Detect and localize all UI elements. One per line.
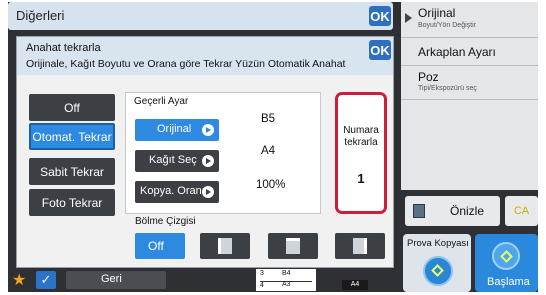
current-settings-header: Geçerli Ayar: [134, 96, 189, 107]
start-label: Başlama: [487, 276, 530, 288]
setting-value: 100%: [256, 179, 286, 191]
menu-item-sub: Boyut/Yön Değiştir: [418, 22, 476, 29]
dialog-description: Orijinale, Kağıt Boyutu ve Orana göre Te…: [26, 58, 346, 70]
top-bar: Diğerleri OK: [8, 2, 393, 30]
right-menu: Orijinal Boyut/Yön Değiştir Arkaplan Aya…: [401, 2, 538, 190]
preview-label: Önizle: [450, 204, 485, 218]
check-icon[interactable]: ✓: [36, 271, 56, 289]
menu-item-label: Arkaplan Ayarı: [418, 45, 496, 59]
menu-item-arkaplan[interactable]: Arkaplan Ayarı: [401, 38, 538, 66]
divider-off-label: Off: [148, 239, 164, 253]
page-left-line-icon: [218, 238, 232, 254]
page-right-line-icon: [353, 238, 367, 254]
mode-photo-repeat-button[interactable]: Foto Tekrar: [29, 189, 115, 216]
dialog-ok-button[interactable]: OK: [369, 40, 391, 60]
bottom-bar: ★ ✓ Geri 3 B4 4 A3 A4: [8, 268, 403, 292]
repeat-count-panel[interactable]: Numara tekrarla 1: [335, 92, 387, 214]
mode-auto-repeat-button[interactable]: Otomat. Tekrar: [29, 123, 115, 150]
copy-ratio-button[interactable]: Kopya. Oranı: [135, 181, 219, 203]
arrow-right-icon: [202, 155, 214, 167]
mode-fixed-repeat-button[interactable]: Sabit Tekrar: [29, 158, 115, 185]
preview-icon: [413, 204, 425, 218]
proof-copy-button[interactable]: Prova Kopyası: [403, 234, 471, 292]
current-settings-panel: Geçerli Ayar Orijinal B5 Kağıt Seç A4 Ko…: [125, 92, 321, 214]
start-button[interactable]: Başlama: [475, 234, 538, 292]
top-bar-title: Diğerleri: [16, 8, 65, 23]
divider-top-button[interactable]: [268, 233, 318, 259]
proof-copy-label: Prova Kopyası: [407, 238, 469, 249]
ca-button[interactable]: CA: [505, 196, 538, 226]
outline-repeat-dialog: Anahat tekrarla Orijinale, Kağıt Boyutu …: [16, 36, 394, 268]
mode-off-button[interactable]: Off: [29, 94, 115, 121]
original-setting-button[interactable]: Orijinal: [135, 119, 219, 141]
setting-label: Kopya. Oranı: [140, 185, 205, 197]
menu-item-label: Poz: [418, 70, 439, 84]
paper-row-size: A3: [282, 281, 291, 288]
repeat-count-label: Numara tekrarla: [343, 125, 379, 148]
start-circle-icon: [492, 242, 520, 270]
dialog-header: Anahat tekrarla Orijinale, Kağıt Boyutu …: [17, 37, 393, 75]
back-button[interactable]: Geri: [66, 271, 166, 289]
current-paper-tag: A4: [342, 280, 368, 290]
setting-label: Orijinal: [157, 123, 192, 135]
arrow-right-icon: [202, 186, 214, 198]
dialog-title: Anahat tekrarla: [26, 42, 101, 54]
star-icon[interactable]: ★: [12, 270, 26, 290]
divider-line-label: Bölme Çizgisi: [135, 216, 196, 227]
top-ok-button[interactable]: OK: [369, 6, 391, 26]
paper-tray-info: 3 B4 4 A3: [256, 269, 316, 291]
diamond-icon: [500, 250, 513, 263]
preview-button[interactable]: Önizle: [405, 196, 500, 226]
setting-value: B5: [261, 113, 276, 125]
page-top-line-icon: [286, 238, 300, 254]
menu-item-sub: Tipi/Ekspozürü seç: [418, 85, 477, 92]
divider-right-button[interactable]: [335, 233, 385, 259]
arrow-right-icon: [202, 124, 214, 136]
paper-row-num: 3: [260, 270, 264, 277]
copier-screen: Diğerleri OK Orijinal Boyut/Yön Değiştir…: [8, 2, 538, 292]
setting-value: A4: [261, 145, 276, 157]
repeat-count-value: 1: [357, 171, 365, 186]
divider-off-button[interactable]: Off: [135, 233, 185, 259]
paper-row-size: B4: [282, 270, 291, 277]
start-circle-icon: [423, 256, 453, 286]
menu-item-label: Orijinal: [418, 6, 456, 20]
diamond-icon: [431, 264, 444, 277]
paper-select-button[interactable]: Kağıt Seç: [135, 150, 219, 172]
setting-label: Kağıt Seç: [149, 154, 197, 166]
divider-left-button[interactable]: [200, 233, 250, 259]
back-label: Geri: [101, 273, 122, 285]
menu-item-orijinal[interactable]: Orijinal Boyut/Yön Değiştir: [401, 2, 538, 38]
menu-item-poz[interactable]: Poz Tipi/Ekspozürü seç: [401, 66, 538, 100]
play-icon: [405, 13, 412, 23]
